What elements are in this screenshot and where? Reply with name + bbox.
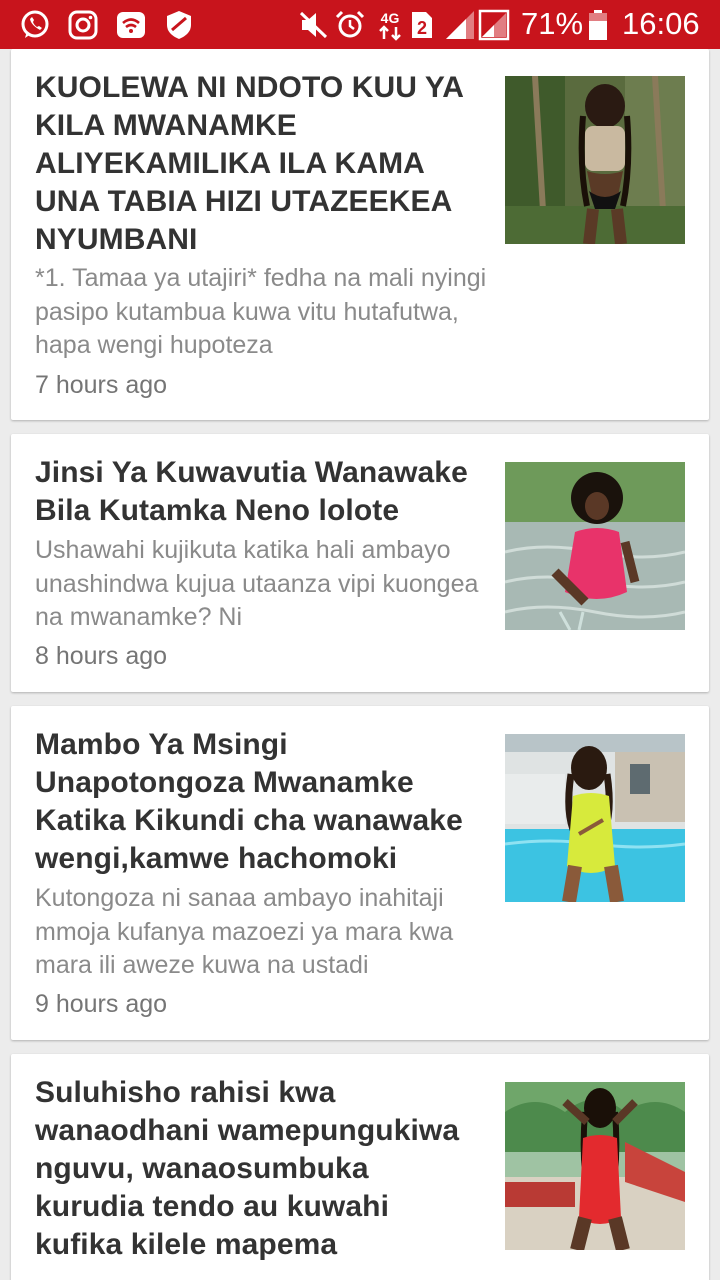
article-excerpt: Ushawahi kujikuta katika hali ambayo una…: [35, 536, 479, 631]
shield-icon: [163, 9, 195, 41]
article-title[interactable]: Suluhisho rahisi kwa wanaodhani wamepung…: [35, 1074, 475, 1264]
article-thumbnail[interactable]: [505, 76, 685, 244]
article-title[interactable]: KUOLEWA NI NDOTO KUU YA KILA MWANAMKE AL…: [35, 69, 475, 259]
alarm-icon: [334, 9, 366, 41]
wifi-hotspot-icon: [115, 9, 147, 41]
article-timestamp: 7 hours ago: [35, 371, 168, 399]
battery-percent: 71%: [521, 6, 584, 41]
article-thumbnail[interactable]: [505, 734, 685, 902]
article-title[interactable]: Mambo Ya Msingi Unapotongoza Mwanamke Ka…: [35, 726, 475, 878]
article-card[interactable]: Jinsi Ya Kuwavutia Wanawake Bila Kutamka…: [11, 434, 709, 692]
whatsapp-icon: [19, 9, 51, 41]
article-card[interactable]: Mambo Ya Msingi Unapotongoza Mwanamke Ka…: [11, 706, 709, 1040]
sim-slot-label: 2: [417, 18, 427, 38]
article-timestamp: 8 hours ago: [35, 642, 168, 670]
network-4g-icon: 4G: [372, 9, 408, 41]
clock: 16:06: [622, 6, 700, 41]
article-card[interactable]: Suluhisho rahisi kwa wanaodhani wamepung…: [11, 1054, 709, 1280]
instagram-icon: [67, 9, 99, 41]
signal-icon: [478, 9, 510, 41]
article-excerpt: *1. Tamaa ya utajiri* fedha na mali nyin…: [35, 264, 487, 359]
article-feed: KUOLEWA NI NDOTO KUU YA KILA MWANAMKE AL…: [0, 49, 720, 1280]
article-card[interactable]: KUOLEWA NI NDOTO KUU YA KILA MWANAMKE AL…: [11, 49, 709, 420]
signal-icon: [444, 9, 476, 41]
sim-2-icon: 2: [410, 9, 434, 41]
network-label: 4G: [381, 10, 400, 26]
battery-icon: [588, 9, 608, 41]
article-timestamp: 9 hours ago: [35, 990, 168, 1018]
status-bar: 4G 2 71% 16:06: [0, 0, 720, 49]
mute-icon: [298, 9, 330, 41]
article-title[interactable]: Jinsi Ya Kuwavutia Wanawake Bila Kutamka…: [35, 454, 475, 530]
article-thumbnail[interactable]: [505, 1082, 685, 1250]
article-excerpt: Kutongoza ni sanaa ambayo inahitaji mmoj…: [35, 884, 454, 979]
article-thumbnail[interactable]: [505, 462, 685, 630]
